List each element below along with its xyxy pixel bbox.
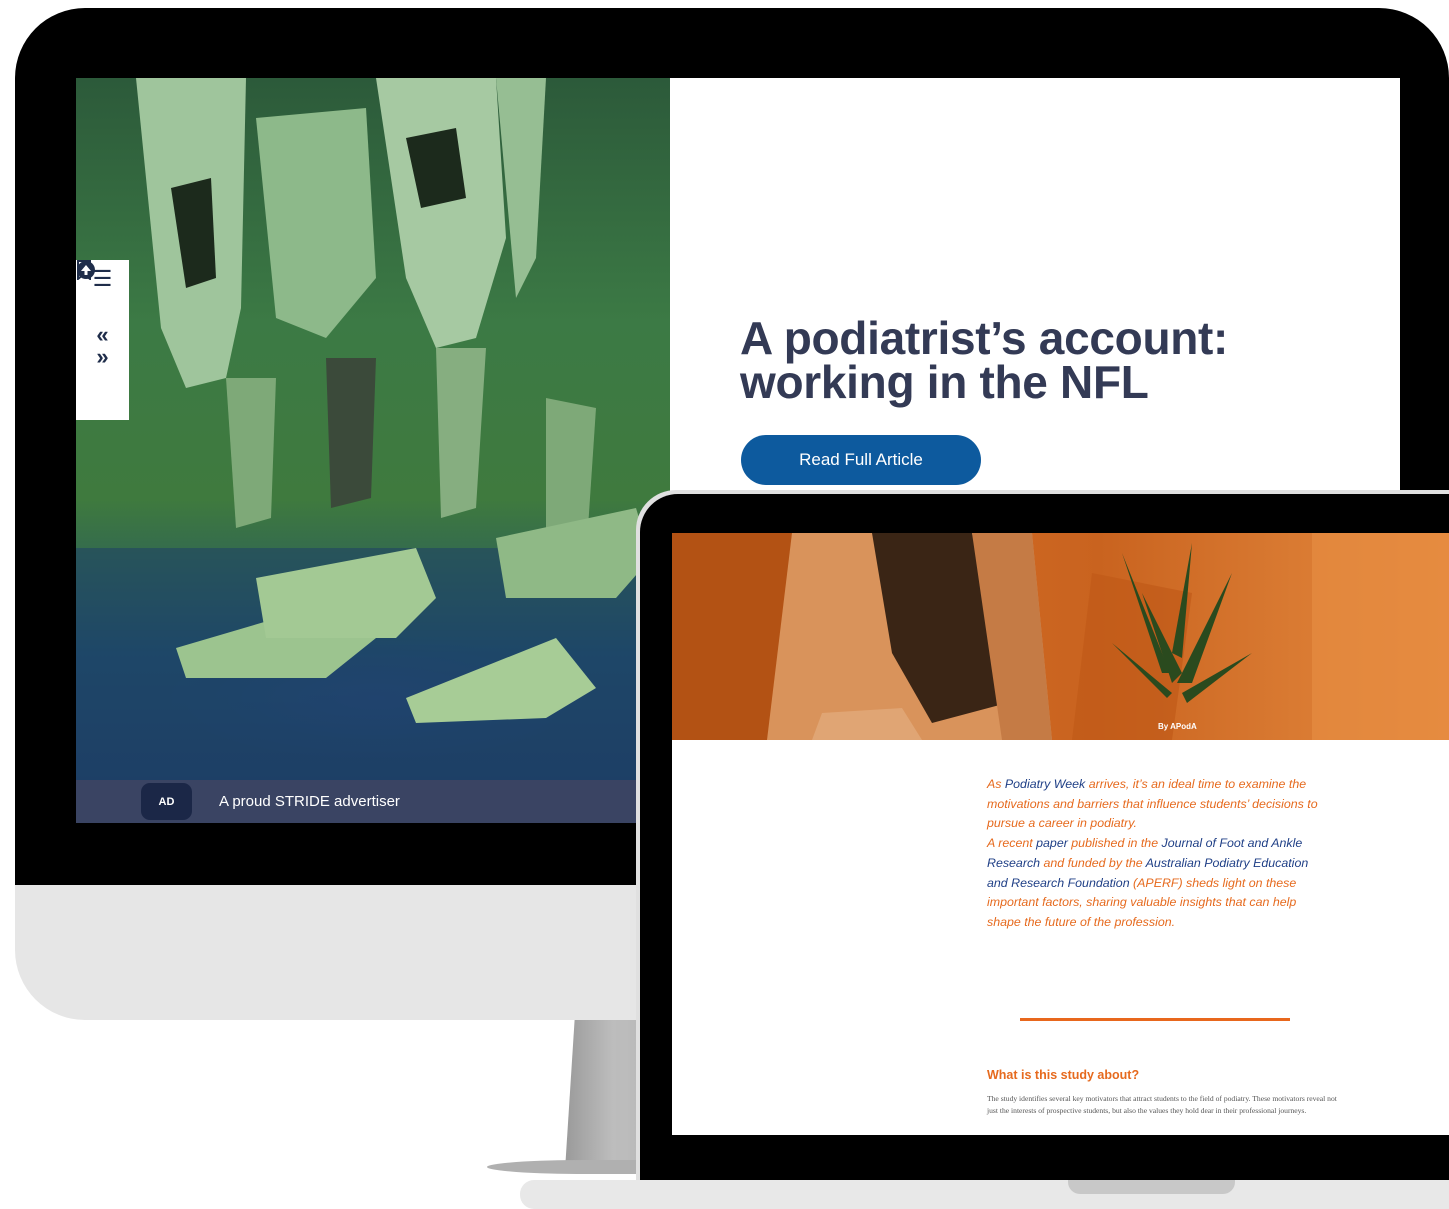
article-title-line1: A podiatrist’s account: xyxy=(740,312,1229,364)
laptop-base xyxy=(520,1180,1449,1209)
article-title: A podiatrist’s account: working in the N… xyxy=(740,312,1340,408)
study-heading: What is this study about? xyxy=(987,1068,1140,1082)
intro-text: published in the xyxy=(1067,836,1162,851)
intro-text: As xyxy=(987,777,1005,791)
intro-text: and funded by the xyxy=(1040,855,1146,870)
article-title-line2: working in the NFL xyxy=(740,356,1149,408)
intro-text: A recent xyxy=(987,836,1037,851)
bookmark-icon[interactable] xyxy=(77,260,118,324)
side-toolbar: ☰ « » xyxy=(76,260,129,420)
laptop-hero-photo: By APodA xyxy=(672,533,1449,740)
football-players-illustration xyxy=(76,78,670,780)
byline: By APodA xyxy=(1158,722,1197,731)
laptop-notch xyxy=(1068,1180,1235,1194)
section-divider xyxy=(1020,1018,1290,1021)
ad-badge: AD xyxy=(141,783,192,820)
read-full-article-button[interactable]: Read Full Article xyxy=(741,435,981,485)
laptop-screen: By APodA As Podiatry Week arrives, it’s … xyxy=(672,533,1449,1135)
person-in-chair-illustration xyxy=(672,533,1449,740)
intro-paragraph: As Podiatry Week arrives, it’s an ideal … xyxy=(987,775,1327,933)
paper-link[interactable]: paper xyxy=(1036,836,1068,850)
previous-icon[interactable]: « xyxy=(88,324,118,346)
scroll-up-icon[interactable] xyxy=(77,261,118,398)
advertiser-text: A proud STRIDE advertiser xyxy=(219,793,400,810)
advertiser-bar: AD A proud STRIDE advertiser xyxy=(76,780,670,823)
study-body: The study identifies several key motivat… xyxy=(987,1094,1337,1115)
next-icon[interactable]: » xyxy=(88,346,118,368)
hero-photo-football-players: ☰ « » xyxy=(76,78,670,780)
podiatry-week-link[interactable]: Podiatry Week xyxy=(1005,777,1085,791)
